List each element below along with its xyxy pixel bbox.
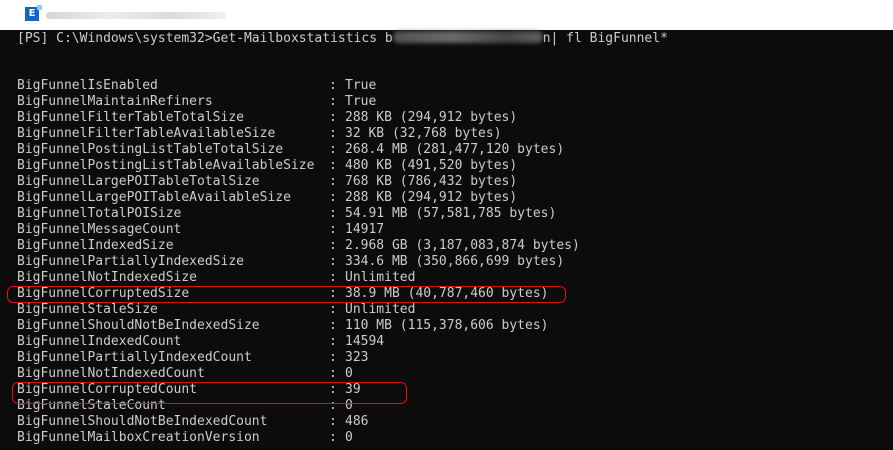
property-key: BigFunnelFilterTableAvailableSize [17,126,276,141]
property-key: BigFunnelStaleCount [17,398,166,413]
property-value: 0 [345,430,353,445]
property-separator: : [329,174,337,189]
redacted-identity [392,31,543,43]
property-separator: : [329,254,337,269]
property-key: BigFunnelIndexedSize [17,238,174,253]
property-value: 54.91 MB (57,581,785 bytes) [345,206,557,221]
property-separator: : [329,366,337,381]
property-value: 110 MB (115,378,606 bytes) [345,318,549,333]
property-key: BigFunnelNotIndexedSize [17,270,198,285]
property-value: 32 KB (32,768 bytes) [345,126,502,141]
property-separator: : [329,286,337,301]
property-value: 486 [345,414,369,429]
property-key: BigFunnelShouldNotBeIndexedSize [17,318,260,333]
property-separator: : [329,94,337,109]
property-separator: : [329,398,337,413]
property-value: True [345,78,377,93]
property-key: BigFunnelCorruptedCount [17,382,198,397]
property-separator: : [329,158,337,173]
cmdlet: Get-Mailboxstatistics [212,31,385,46]
property-key: BigFunnelPartiallyIndexedCount [17,350,252,365]
property-value: 323 [345,350,369,365]
property-key: BigFunnelLargePOITableAvailableSize [17,190,291,205]
property-key: BigFunnelLargePOITableTotalSize [17,174,260,189]
property-separator: : [329,334,337,349]
property-value: 480 KB (491,520 bytes) [345,158,518,173]
property-value: 288 KB (294,912 bytes) [345,190,518,205]
property-value: 768 KB (786,432 bytes) [345,174,518,189]
property-separator: : [329,302,337,317]
property-separator: : [329,350,337,365]
pipe-format: | fl BigFunnel* [550,31,668,46]
property-value: 0 [345,398,353,413]
property-separator: : [329,318,337,333]
property-key: BigFunnelCorruptedSize [17,286,190,301]
property-key: BigFunnelStaleSize [17,302,158,317]
property-key: BigFunnelMaintainRefiners [17,94,213,109]
property-value: 334.6 MB (350,866,699 bytes) [345,254,565,269]
property-separator: : [329,222,337,237]
property-separator: : [329,414,337,429]
property-value: 38.9 MB (40,787,460 bytes) [345,286,549,301]
property-separator: : [329,270,337,285]
property-value: 0 [345,366,353,381]
property-key: BigFunnelTotalPOISize [17,206,182,221]
property-value: Unlimited [345,302,416,317]
property-separator: : [329,126,337,141]
exchange-shell-icon: E [25,5,42,21]
property-value: 2.968 GB (3,187,083,874 bytes) [345,238,580,253]
property-separator: : [329,190,337,205]
console-output[interactable]: [PS] C:\Windows\system32>Get-Mailboxstat… [0,30,893,450]
property-value: 288 KB (294,912 bytes) [345,110,518,125]
prompt: [PS] C:\Windows\system32> [17,31,213,46]
property-value: Unlimited [345,270,416,285]
property-key: BigFunnelIsEnabled [17,78,158,93]
property-key: BigFunnelFilterTableTotalSize [17,110,244,125]
property-key: BigFunnelIndexedCount [17,334,182,349]
window-titlebar[interactable]: E [0,0,893,30]
property-key: BigFunnelShouldNotBeIndexedCount [17,414,268,429]
identity-prefix: b [384,31,393,46]
property-value: 14594 [345,334,385,349]
property-value: True [345,94,377,109]
property-separator: : [329,238,337,253]
property-value: 268.4 MB (281,477,120 bytes) [345,142,565,157]
property-separator: : [329,110,337,125]
property-key: BigFunnelPostingListTableTotalSize [17,142,284,157]
property-key: BigFunnelNotIndexedCount [17,366,205,381]
property-key: BigFunnelMessageCount [17,222,182,237]
property-separator: : [329,382,337,397]
property-separator: : [329,78,337,93]
property-separator: : [329,206,337,221]
property-key: BigFunnelMailboxCreationVersion [17,430,260,445]
property-key: BigFunnelPostingListTableAvailableSize [17,158,315,173]
command-line: [PS] C:\Windows\system32>Get-Mailboxstat… [17,31,668,47]
property-separator: : [329,430,337,445]
window-title-redacted [46,12,226,19]
property-key: BigFunnelPartiallyIndexedSize [17,254,244,269]
property-value: 39 [345,382,361,397]
property-value: 14917 [345,222,385,237]
identity-suffix: n [542,31,551,46]
property-separator: : [329,142,337,157]
